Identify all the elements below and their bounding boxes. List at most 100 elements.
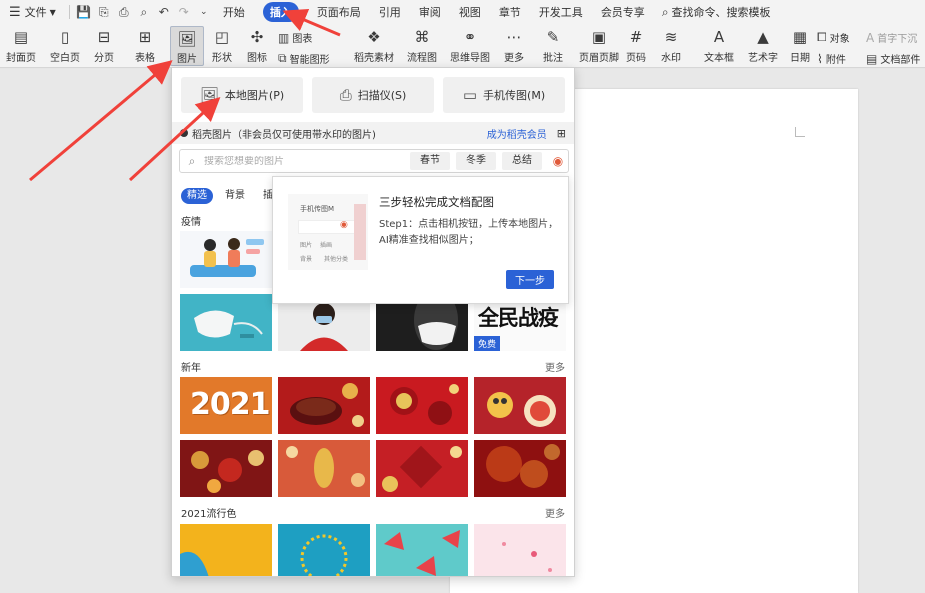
picture-thumbnail[interactable] [474,524,566,576]
blank-page-icon: ▯ [60,28,70,46]
flowchart-button[interactable]: ⌘ 流程图 [402,24,442,64]
next-step-button[interactable]: 下一步 [506,270,554,289]
tab-page-layout[interactable]: 页面布局 [308,0,370,24]
save-icon[interactable]: 💾 [74,0,94,24]
preview-title: 手机传图M [300,205,335,213]
icon-button[interactable]: ✣ 图标 [242,24,272,64]
page-number-button[interactable]: # 页码 [622,24,650,64]
scanner-icon: ⎙ [339,86,352,104]
textbox-button[interactable]: A 文本框 [700,24,738,64]
picture-thumbnail[interactable] [376,524,468,576]
library-logo-icon [180,129,188,137]
picture-thumbnail[interactable] [278,440,370,497]
file-menu[interactable]: ☰ 文件 ▼ [0,0,65,24]
command-search[interactable]: ⌕ 查找命令、搜索模板 [654,4,779,20]
search-tag-spring-festival[interactable]: 春节 [410,152,450,170]
page-break-button[interactable]: ⊟ 分页 [89,24,119,64]
local-picture-button[interactable]: 🖼 本地图片(P) [181,77,303,113]
shape-icon: ◰ [214,28,230,46]
new-year-snacks-photo [180,440,272,497]
print-icon[interactable]: ⎙ [114,0,134,24]
mindmap-icon: ⚭ [463,28,477,46]
become-member-link[interactable]: 成为稻壳会员 [487,126,547,141]
phone-picture-button[interactable]: ▭ 手机传图(M) [443,77,565,113]
date-button[interactable]: ▦ 日期 [788,24,812,64]
tab-home[interactable]: 开始 [214,0,254,24]
shape-button[interactable]: ◰ 形状 [206,24,238,64]
picture-thumbnail[interactable] [474,440,566,497]
format-painter-icon[interactable]: ⎘ [94,0,114,24]
more-button[interactable]: ⋯ 更多 [498,24,530,64]
icons-grid-icon: ✣ [250,28,264,46]
mindmap-button[interactable]: ⚭ 思维导图 [448,24,492,64]
festival-table-illustration [474,377,566,434]
pink-hearts-pattern [474,524,566,576]
tab-view[interactable]: 视图 [450,0,490,24]
table-button[interactable]: ⊞ 表格 [131,24,159,64]
picture-thumbnail[interactable] [180,440,272,497]
header-footer-button[interactable]: ▣ 页眉页脚 [578,24,620,64]
picture-thumbnail[interactable]: 2021 [180,377,272,434]
watermark-button[interactable]: ≋ 水印 [656,24,686,64]
daoke-material-button[interactable]: ❖ 稻壳素材 [352,24,396,64]
tab-review[interactable]: 审阅 [410,0,450,24]
redo-icon[interactable]: ↷ [174,0,194,24]
object-button[interactable]: ⧠ 对象 [817,30,850,45]
wordart-button[interactable]: ▲ 艺术字 [744,24,782,64]
camera-icon[interactable]: ◉ [548,154,568,168]
picture-thumbnail[interactable] [474,377,566,434]
image-icon: 🖼 [199,86,219,104]
preview-item: 背景 [300,256,313,263]
doc-parts-icon: ▤ [866,51,878,66]
picture-button[interactable]: 🖼 图片 [170,26,204,66]
picture-thumbnail[interactable] [180,524,272,576]
print-preview-icon[interactable]: ⌕ [134,0,154,24]
comment-button[interactable]: ✎ 批注 [540,24,566,64]
drop-cap-button[interactable]: A 首字下沉 [866,30,917,46]
tab-references[interactable]: 引用 [370,0,410,24]
margin-marker [795,127,805,137]
tab-member[interactable]: 会员专享 [592,0,654,24]
red-envelope-photo [376,377,468,434]
attachment-button[interactable]: ⌇ 附件 [817,51,846,67]
tab-insert-label: 插入 [262,2,299,22]
chart-button[interactable]: ▥ 图表 [278,30,312,46]
picture-thumbnail[interactable] [180,231,272,288]
lanterns-photo [278,440,370,497]
picture-thumbnail[interactable] [376,440,468,497]
library-bar: 稻壳图片（非会员仅可使用带水印的图片) 成为稻壳会员 ⊞ [172,122,574,144]
picture-thumbnail[interactable] [376,377,468,434]
scanner-button[interactable]: ⎙ 扫描仪(S) [312,77,434,113]
tooltip-title: 三步轻松完成文档配图 [379,195,494,209]
smart-art-icon: ⧉ [278,51,287,65]
doc-parts-button[interactable]: ▤ 文档部件 [866,51,920,67]
customize-chevron-icon[interactable]: ⌄ [194,0,214,24]
wordart-icon: ▲ [757,28,769,46]
menu-bar: ☰ 文件 ▼ 💾 ⎘ ⎙ ⌕ ↶ ↷ ⌄ 开始 插入 页面布局 引用 审阅 视图… [0,0,925,24]
search-tag-summary[interactable]: 总结 [502,152,542,170]
search-icon: ⌕ [661,4,669,19]
tab-featured[interactable]: 精选 [181,188,213,204]
blank-page-button[interactable]: ▯ 空白页 [44,24,86,64]
tab-developer[interactable]: 开发工具 [530,0,592,24]
watermark-icon: ≋ [664,28,678,46]
tab-section[interactable]: 章节 [490,0,530,24]
separator [68,5,70,19]
new-year-more-link[interactable]: 更多 [545,359,565,374]
smart-art-button[interactable]: ⧉ 智能图形 [278,51,330,66]
undo-icon[interactable]: ↶ [154,0,174,24]
cover-page-button[interactable]: ▤ 封面页 [2,24,40,64]
search-tag-winter[interactable]: 冬季 [456,152,496,170]
picture-thumbnail[interactable] [278,377,370,434]
fu-character-photo [376,440,468,497]
picture-search-input[interactable] [204,155,410,167]
calligraphy-text: 全民战疫 [478,305,559,330]
popular-colors-more-link[interactable]: 更多 [545,505,565,520]
picture-thumbnail[interactable] [278,524,370,576]
tab-insert[interactable]: 插入 [254,0,308,24]
picture-thumbnail[interactable] [180,294,272,351]
grid-view-icon[interactable]: ⊞ [557,127,566,140]
blue-wreath-pattern [278,524,370,576]
preview-accent-strip [354,204,366,260]
tab-background[interactable]: 背景 [220,188,250,204]
